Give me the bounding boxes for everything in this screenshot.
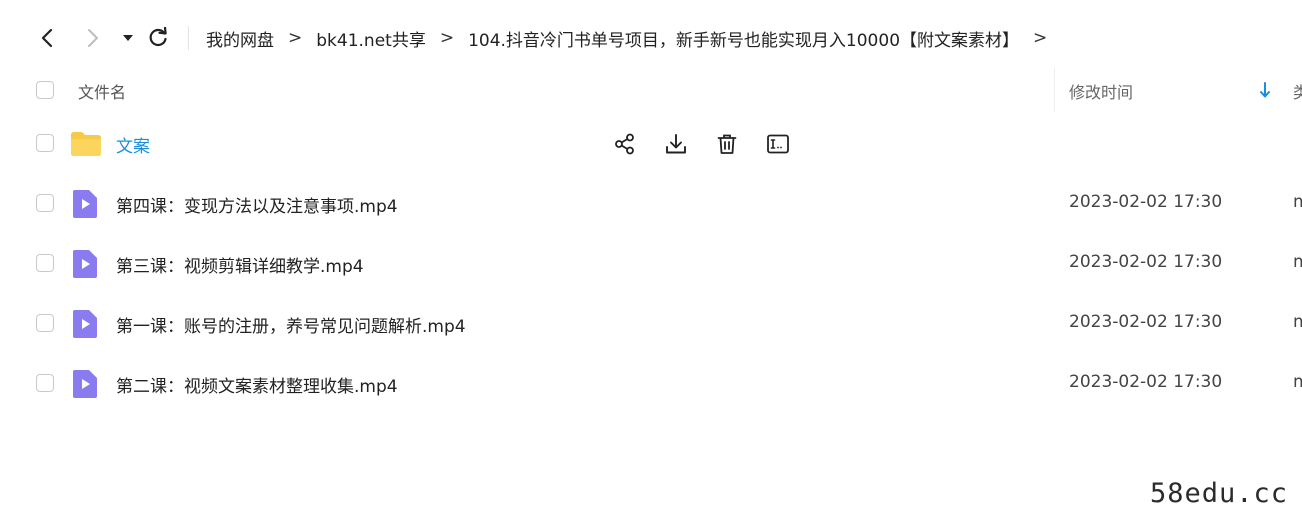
file-name[interactable]: 文案 [116,132,150,157]
file-name[interactable]: 第一课：账号的注册，养号常见问题解析.mp4 [116,312,466,337]
chevron-left-icon [41,28,53,48]
breadcrumb-separator: > [1033,28,1048,48]
history-dropdown-button[interactable] [114,24,142,52]
file-name[interactable]: 第二课：视频文案素材整理收集.mp4 [116,372,398,397]
nav-divider [188,26,189,50]
video-file-icon [73,370,97,398]
column-header-name[interactable]: 文件名 [78,79,126,103]
folder-icon [71,132,101,156]
breadcrumb-item-share[interactable]: bk41.net共享 [316,26,426,51]
rename-button[interactable] [765,131,791,157]
row-checkbox[interactable] [36,374,54,392]
download-icon [666,134,686,154]
row-checkbox[interactable] [36,314,54,332]
chevron-right-icon [88,29,98,47]
row-checkbox[interactable] [36,134,54,152]
file-modified-time: 2023-02-02 17:30 [1069,312,1223,332]
delete-button[interactable] [714,131,740,157]
forward-button[interactable] [79,24,107,52]
file-name[interactable]: 第三课：视频剪辑详细教学.mp4 [116,252,364,277]
breadcrumb-item-current[interactable]: 104.抖音冷门书单号项目，新手新号也能实现月入10000【附文案素材】 [468,26,1019,51]
column-divider [1054,68,1055,112]
share-button[interactable] [612,131,638,157]
column-header-modified[interactable]: 修改时间 [1069,79,1133,103]
select-all-checkbox[interactable] [36,81,54,99]
back-button[interactable] [33,24,61,52]
file-type: m [1293,312,1302,332]
breadcrumb-separator: > [288,28,303,48]
share-icon [615,133,634,155]
row-checkbox[interactable] [36,254,54,272]
video-file-icon [73,250,97,278]
breadcrumb-item-root[interactable]: 我的网盘 [206,26,274,51]
file-row[interactable]: 第三课：视频剪辑详细教学.mp4 2023-02-02 17:30 m [0,233,1302,293]
file-modified-time: 2023-02-02 17:30 [1069,192,1223,212]
row-action-bar [612,131,816,157]
rename-icon [767,134,789,154]
video-file-icon [73,310,97,338]
row-checkbox[interactable] [36,194,54,212]
file-row[interactable]: 第四课：变现方法以及注意事项.mp4 2023-02-02 17:30 m [0,173,1302,233]
refresh-button[interactable] [144,24,172,52]
video-file-icon [73,190,97,218]
file-type: m [1293,192,1302,212]
breadcrumb: 我的网盘 > bk41.net共享 > 104.抖音冷门书单号项目，新手新号也能… [206,25,1061,51]
refresh-icon [149,27,167,47]
watermark-text: 58edu.cc [1150,478,1289,509]
download-button[interactable] [663,131,689,157]
file-modified-time: 2023-02-02 17:30 [1069,252,1223,272]
file-type: m [1293,372,1302,392]
file-modified-time: 2023-02-02 17:30 [1069,372,1223,392]
file-row[interactable]: 第一课：账号的注册，养号常见问题解析.mp4 2023-02-02 17:30 … [0,293,1302,353]
file-row-folder[interactable]: 文案 [0,113,1302,173]
caret-down-icon [123,35,133,41]
file-list-header: 文件名 修改时间 类 [0,68,1302,112]
top-nav-bar: 我的网盘 > bk41.net共享 > 104.抖音冷门书单号项目，新手新号也能… [0,0,1302,76]
trash-icon [717,134,737,154]
file-row[interactable]: 第二课：视频文案素材整理收集.mp4 2023-02-02 17:30 m [0,353,1302,413]
breadcrumb-separator: > [439,28,455,48]
arrow-down-icon[interactable] [1258,81,1272,99]
file-type: m [1293,252,1302,272]
column-header-type[interactable]: 类 [1293,79,1302,103]
file-name[interactable]: 第四课：变现方法以及注意事项.mp4 [116,192,398,217]
file-manager-page: 我的网盘 > bk41.net共享 > 104.抖音冷门书单号项目，新手新号也能… [0,0,1302,515]
